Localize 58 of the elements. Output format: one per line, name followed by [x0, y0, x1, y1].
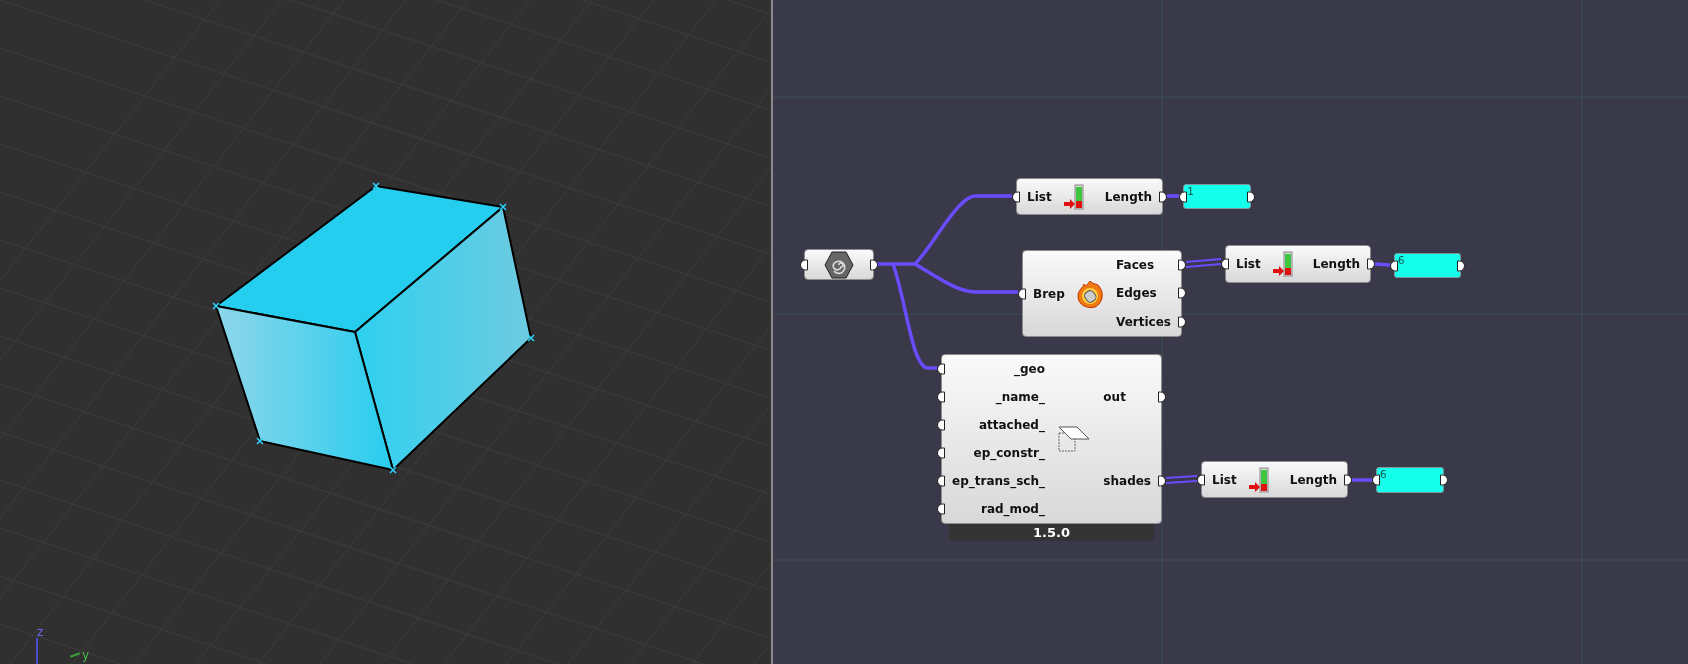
wire — [1374, 262, 1391, 267]
input-port[interactable] — [937, 475, 945, 487]
input-port[interactable] — [937, 447, 945, 459]
wire — [1167, 194, 1179, 198]
output-port[interactable] — [1247, 191, 1255, 202]
output-port[interactable] — [1367, 258, 1375, 270]
input-label: ep_constr_ — [973, 445, 1045, 461]
panel-value: 6 — [1379, 468, 1387, 481]
output-label: Edges — [1116, 285, 1157, 302]
input-label: List — [1212, 471, 1237, 488]
input-port[interactable] — [1197, 474, 1205, 485]
input-port[interactable] — [1390, 260, 1398, 271]
flame-cylinder-icon — [1075, 278, 1106, 309]
input-port[interactable] — [1012, 191, 1020, 202]
output-label: Length — [1104, 188, 1152, 205]
axis-label: z — [37, 626, 44, 638]
wire — [1185, 258, 1222, 268]
output-label: out — [1103, 389, 1126, 405]
input-label: List — [1027, 188, 1052, 205]
input-port[interactable] — [937, 363, 945, 375]
output-port[interactable] — [870, 259, 878, 270]
output-port[interactable] — [1440, 474, 1448, 486]
output-label: Length — [1289, 471, 1337, 488]
shade-icon — [1057, 425, 1092, 453]
input-port[interactable] — [1221, 258, 1229, 270]
output-port[interactable] — [1344, 474, 1352, 485]
input-label: attached_ — [978, 417, 1045, 433]
input-port[interactable] — [800, 259, 808, 270]
output-port[interactable] — [1178, 259, 1186, 271]
output-port[interactable] — [1178, 288, 1186, 299]
axis-label: y — [82, 649, 90, 661]
output-port[interactable] — [1158, 475, 1166, 487]
input-label: Brep — [1033, 285, 1065, 302]
input-port[interactable] — [937, 391, 945, 403]
z-axis-line — [36, 638, 38, 664]
output-label: Length — [1312, 256, 1360, 272]
wire — [1165, 475, 1198, 484]
input-label: _name_ — [995, 389, 1045, 405]
wire — [1352, 478, 1372, 482]
output-label: shades — [1103, 473, 1151, 489]
input-port[interactable] — [937, 503, 945, 515]
output-label: Faces — [1116, 257, 1155, 274]
input-label: List — [1236, 256, 1261, 272]
panel-value: 6 — [1397, 254, 1405, 267]
input-label: _geo — [1014, 361, 1045, 377]
spiral-hexagon-icon — [824, 250, 854, 279]
output-port[interactable] — [1159, 191, 1167, 202]
panel-value: 1 — [1186, 185, 1194, 198]
output-port[interactable] — [1158, 391, 1166, 403]
input-label: rad_mod_ — [981, 501, 1045, 517]
output-port[interactable] — [1178, 316, 1186, 328]
input-port[interactable] — [937, 419, 945, 431]
input-port[interactable] — [1018, 288, 1026, 299]
input-port[interactable] — [1372, 474, 1380, 486]
output-label: Vertices — [1116, 313, 1171, 330]
output-port[interactable] — [1457, 260, 1465, 271]
input-label: ep_trans_sch_ — [952, 473, 1045, 489]
input-port[interactable] — [1179, 191, 1187, 202]
